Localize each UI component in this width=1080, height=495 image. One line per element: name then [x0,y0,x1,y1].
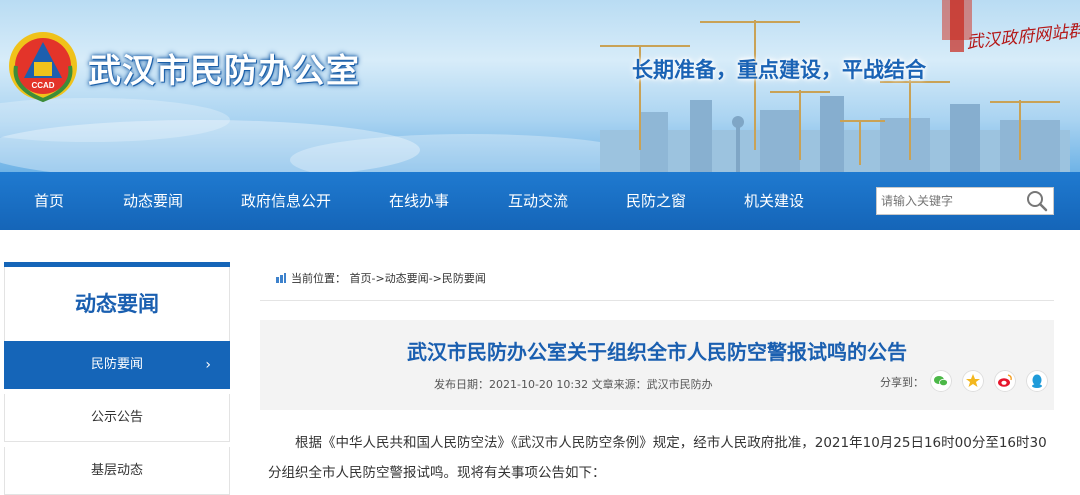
breadcrumb-prefix: 当前位置： [291,272,346,285]
sidebar-item-announcements[interactable]: 公示公告 [4,394,230,442]
breadcrumb-home-link[interactable]: 首页 [350,272,372,285]
article-source: 武汉市民防办 [646,378,713,391]
sidebar: 动态要闻 民防要闻 › 公示公告 基层动态 [4,262,230,495]
location-icon [276,273,286,283]
qzone-icon[interactable] [962,370,984,392]
publish-date: 2021-10-20 10:32 [489,378,589,391]
sidebar-item-label: 基层动态 [90,463,143,478]
article-header-panel [260,320,1054,410]
breadcrumb-separator: -> [428,272,442,285]
publish-date-label: 发布日期： [434,378,489,391]
article-meta: 发布日期：2021-10-20 10:32 文章来源：武汉市民防办 [434,376,713,392]
sidebar-title: 动态要闻 [4,267,230,341]
source-label: 文章来源： [591,378,647,391]
article-body: 根据《中华人民共和国人民防空法》《武汉市人民防空条例》规定，经市人民政府批准，2… [268,428,1058,488]
search-icon[interactable] [1025,190,1049,212]
nav-item-civil-defense[interactable]: 民防之窗 [626,172,686,230]
weibo-icon[interactable] [994,370,1016,392]
article-paragraph: 根据《中华人民共和国人民防空法》《武汉市人民防空条例》规定，经市人民政府批准，2… [268,435,1047,481]
banner-slogan: 长期准备，重点建设，平战结合 [632,58,926,82]
nav-item-gov-info[interactable]: 政府信息公开 [241,172,331,230]
share-label: 分享到： [880,376,924,389]
sidebar-item-label: 公示公告 [90,410,143,425]
search-box [876,187,1054,215]
breadcrumb-news-link[interactable]: 动态要闻 [385,272,429,285]
breadcrumb: 当前位置： 首页->动态要闻->民防要闻 [275,270,486,286]
breadcrumb-current-link[interactable]: 民防要闻 [442,272,486,285]
nav-item-org-building[interactable]: 机关建设 [744,172,804,230]
logo-text: CCAD [31,81,54,90]
search-input[interactable] [881,188,1021,214]
breadcrumb-divider [260,300,1054,301]
nav-item-news[interactable]: 动态要闻 [123,172,183,230]
ccad-logo: CCAD [9,32,77,103]
site-title: 武汉市民防办公室 [88,51,360,90]
wechat-icon[interactable] [930,370,952,392]
header-banner: CCAD 武汉市民防办公室 长期准备，重点建设，平战结合 武汉政府网站群 [0,0,1080,172]
breadcrumb-separator: -> [371,272,385,285]
qq-icon[interactable] [1026,370,1048,392]
nav-item-home[interactable]: 首页 [34,172,64,230]
nav-item-interaction[interactable]: 互动交流 [508,172,568,230]
nav-item-online-service[interactable]: 在线办事 [389,172,449,230]
article-title: 武汉市民防办公室关于组织全市人民防空警报试鸣的公告 [407,340,907,364]
